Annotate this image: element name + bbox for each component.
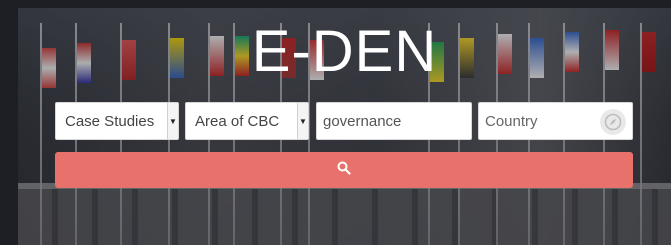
- category-select[interactable]: Case Studies ▼: [55, 102, 179, 140]
- compass-icon[interactable]: [600, 109, 626, 135]
- country-input-placeholder: Country: [485, 112, 538, 130]
- category-select-value: Case Studies: [65, 112, 155, 130]
- search-icon: [337, 161, 351, 180]
- site-title: E-DEN: [251, 19, 438, 84]
- area-select[interactable]: Area of CBC ▼: [185, 102, 309, 140]
- chevron-down-icon[interactable]: ▼: [297, 103, 308, 139]
- country-input[interactable]: Country: [478, 102, 633, 140]
- chevron-down-icon[interactable]: ▼: [167, 103, 178, 139]
- search-button[interactable]: [55, 152, 633, 188]
- keyword-input[interactable]: governance: [316, 102, 472, 140]
- keyword-input-value: governance: [323, 112, 402, 130]
- area-select-value: Area of CBC: [195, 112, 280, 130]
